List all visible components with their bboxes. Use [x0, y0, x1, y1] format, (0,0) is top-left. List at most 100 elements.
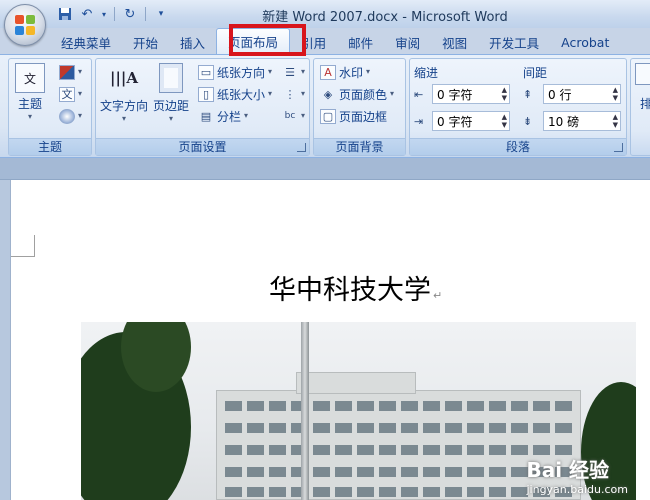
columns-button[interactable]: ▤ 分栏 ▾	[198, 107, 248, 125]
theme-colors-icon	[59, 64, 75, 80]
chevron-down-icon: ▾	[27, 112, 32, 121]
document-area: 华中科技大学 ↵ Bai 经验 jingyan.baidu.com	[0, 180, 650, 500]
page-color-label: 页面颜色	[339, 87, 388, 102]
page-borders-label: 页面边框	[339, 109, 388, 124]
arrange-label: 排	[639, 97, 650, 111]
tab-developer[interactable]: 开发工具	[478, 30, 550, 54]
tab-view[interactable]: 视图	[431, 30, 478, 54]
orientation-icon: ▭	[198, 64, 214, 80]
spinner-arrows-icon[interactable]: ▲ ▼	[613, 86, 618, 102]
theme-colors-button[interactable]: ▾	[59, 63, 82, 81]
tab-highlight-box	[229, 24, 306, 56]
baidu-watermark: Bai 经验 jingyan.baidu.com	[526, 458, 628, 496]
page-setup-launcher-icon[interactable]	[297, 143, 306, 152]
hyphenation-icon: bc	[284, 111, 296, 121]
office-logo-icon	[15, 15, 35, 35]
page-size-icon: ▯	[198, 86, 214, 102]
tab-mailings[interactable]: 邮件	[337, 30, 384, 54]
theme-fonts-button[interactable]: 文 ▾	[59, 85, 82, 103]
tab-review[interactable]: 审阅	[384, 30, 431, 54]
undo-dropdown-icon[interactable]: ▾	[100, 5, 108, 23]
ribbon: 文 主题 ▾ ▾ 文 ▾ ▾ 主题 |||A 文字方向 ▾ 页边距 ▾ ▭ 纸张…	[0, 54, 650, 158]
position-button[interactable]: 排	[635, 63, 650, 112]
spacing-after-input[interactable]: 10 磅 ▲ ▼	[543, 111, 621, 131]
breaks-button[interactable]: ☰ ▾	[282, 63, 305, 81]
photo-pole	[301, 322, 309, 500]
indent-label: 缩进	[414, 66, 439, 80]
hyphenation-button[interactable]: bc ▾	[282, 107, 305, 125]
spinner-arrows-icon[interactable]: ▲ ▼	[502, 113, 507, 129]
group-label-themes: 主题	[9, 138, 91, 155]
tab-acrobat[interactable]: Acrobat	[550, 30, 620, 54]
tab-insert[interactable]: 插入	[169, 30, 216, 54]
group-label-page-setup: 页面设置	[96, 138, 309, 155]
paragraph-mark-icon: ↵	[433, 289, 443, 302]
ribbon-tabs: 经典菜单 开始 插入 页面布局 引用 邮件 审阅 视图 开发工具 Acrobat	[50, 28, 620, 54]
inserted-photo[interactable]: Bai 经验 jingyan.baidu.com	[81, 322, 636, 500]
line-numbers-button[interactable]: ⋮ ▾	[282, 85, 306, 103]
theme-effects-button[interactable]: ▾	[59, 107, 82, 125]
spacing-before-icon: ⇞	[523, 87, 533, 101]
indent-left-icon: ⇤	[414, 87, 424, 101]
themes-button[interactable]: 文 主题 ▾	[15, 63, 45, 122]
indent-left-control: ⇤ 0 字符 ▲ ▼	[414, 84, 510, 104]
indent-right-input[interactable]: 0 字符 ▲ ▼	[432, 111, 510, 131]
watermark-label: 水印	[339, 65, 364, 80]
customize-icon[interactable]: ▾	[152, 5, 170, 23]
margins-label: 页边距	[153, 99, 190, 113]
page-borders-icon: ▢	[320, 108, 336, 124]
group-arrange: 排	[630, 58, 650, 156]
undo-icon[interactable]: ↶	[78, 5, 96, 23]
document-title[interactable]: 华中科技大学 ↵	[269, 268, 442, 307]
themes-button-label: 主题	[17, 97, 42, 111]
spacing-before-input[interactable]: 0 行 ▲ ▼	[543, 84, 621, 104]
page-borders-button[interactable]: ▢ 页面边框	[320, 107, 387, 125]
quick-access-toolbar: ↶ ▾ ↻ ▾	[56, 4, 170, 24]
orientation-label: 纸张方向	[217, 65, 266, 80]
indent-right-icon: ⇥	[414, 114, 424, 128]
margin-corner-mark	[11, 235, 35, 257]
columns-icon: ▤	[200, 109, 212, 123]
paragraph-launcher-icon[interactable]	[614, 143, 623, 152]
indent-left-input[interactable]: 0 字符 ▲ ▼	[432, 84, 510, 104]
spacing-before-control: ⇞ 0 行 ▲ ▼	[523, 84, 621, 104]
spacing-after-icon: ⇟	[523, 114, 533, 128]
redo-icon[interactable]: ↻	[121, 5, 139, 23]
position-icon	[635, 63, 650, 85]
save-icon[interactable]	[56, 5, 74, 23]
columns-label: 分栏	[217, 109, 242, 124]
group-themes: 文 主题 ▾ ▾ 文 ▾ ▾ 主题	[8, 58, 92, 156]
ruler-bar	[0, 158, 650, 180]
tab-home[interactable]: 开始	[122, 30, 169, 54]
group-page-setup: |||A 文字方向 ▾ 页边距 ▾ ▭ 纸张方向 ▾ ▯ 纸张大小 ▾ ▤ 分栏…	[95, 58, 310, 156]
spinner-arrows-icon[interactable]: ▲ ▼	[613, 113, 618, 129]
line-numbers-icon: ⋮	[284, 87, 296, 101]
tab-classic-menu[interactable]: 经典菜单	[50, 30, 122, 54]
photo-building-top	[296, 372, 416, 394]
margins-button[interactable]: 页边距 ▾	[153, 63, 189, 124]
watermark-button[interactable]: A 水印 ▾	[320, 63, 370, 81]
text-direction-icon: |||A	[109, 69, 138, 87]
spacing-after-control: ⇟ 10 磅 ▲ ▼	[523, 111, 621, 131]
watermark-icon: A	[320, 64, 336, 80]
group-label-paragraph: 段落	[410, 138, 626, 155]
office-button[interactable]	[4, 4, 46, 46]
group-paragraph: 缩进 间距 ⇤ 0 字符 ▲▼ ⇥ 0 字符 ▲▼ ⇞ 0 行 ▲▼ ⇟	[409, 58, 627, 156]
spinner-arrows-icon[interactable]: ▲ ▼	[502, 86, 507, 102]
spacing-label: 间距	[523, 66, 548, 80]
group-page-background: A 水印 ▾ ◈ 页面颜色 ▾ ▢ 页面边框 页面背景	[313, 58, 406, 156]
size-button[interactable]: ▯ 纸张大小 ▾	[198, 85, 272, 103]
breaks-icon: ☰	[285, 65, 295, 79]
size-label: 纸张大小	[217, 87, 266, 102]
indent-right-control: ⇥ 0 字符 ▲ ▼	[414, 111, 510, 131]
themes-icon: 文	[15, 63, 45, 93]
margins-icon	[159, 63, 183, 93]
document-page[interactable]: 华中科技大学 ↵ Bai 经验 jingyan.baidu.com	[10, 180, 650, 500]
paint-bucket-icon: ◈	[323, 87, 333, 101]
orientation-button[interactable]: ▭ 纸张方向 ▾	[198, 63, 272, 81]
group-label-page-background: 页面背景	[314, 138, 405, 155]
text-direction-button[interactable]: |||A 文字方向 ▾	[100, 63, 148, 124]
text-direction-label: 文字方向	[100, 99, 149, 113]
page-color-button[interactable]: ◈ 页面颜色 ▾	[320, 85, 394, 103]
theme-fonts-icon: 文	[59, 86, 75, 102]
